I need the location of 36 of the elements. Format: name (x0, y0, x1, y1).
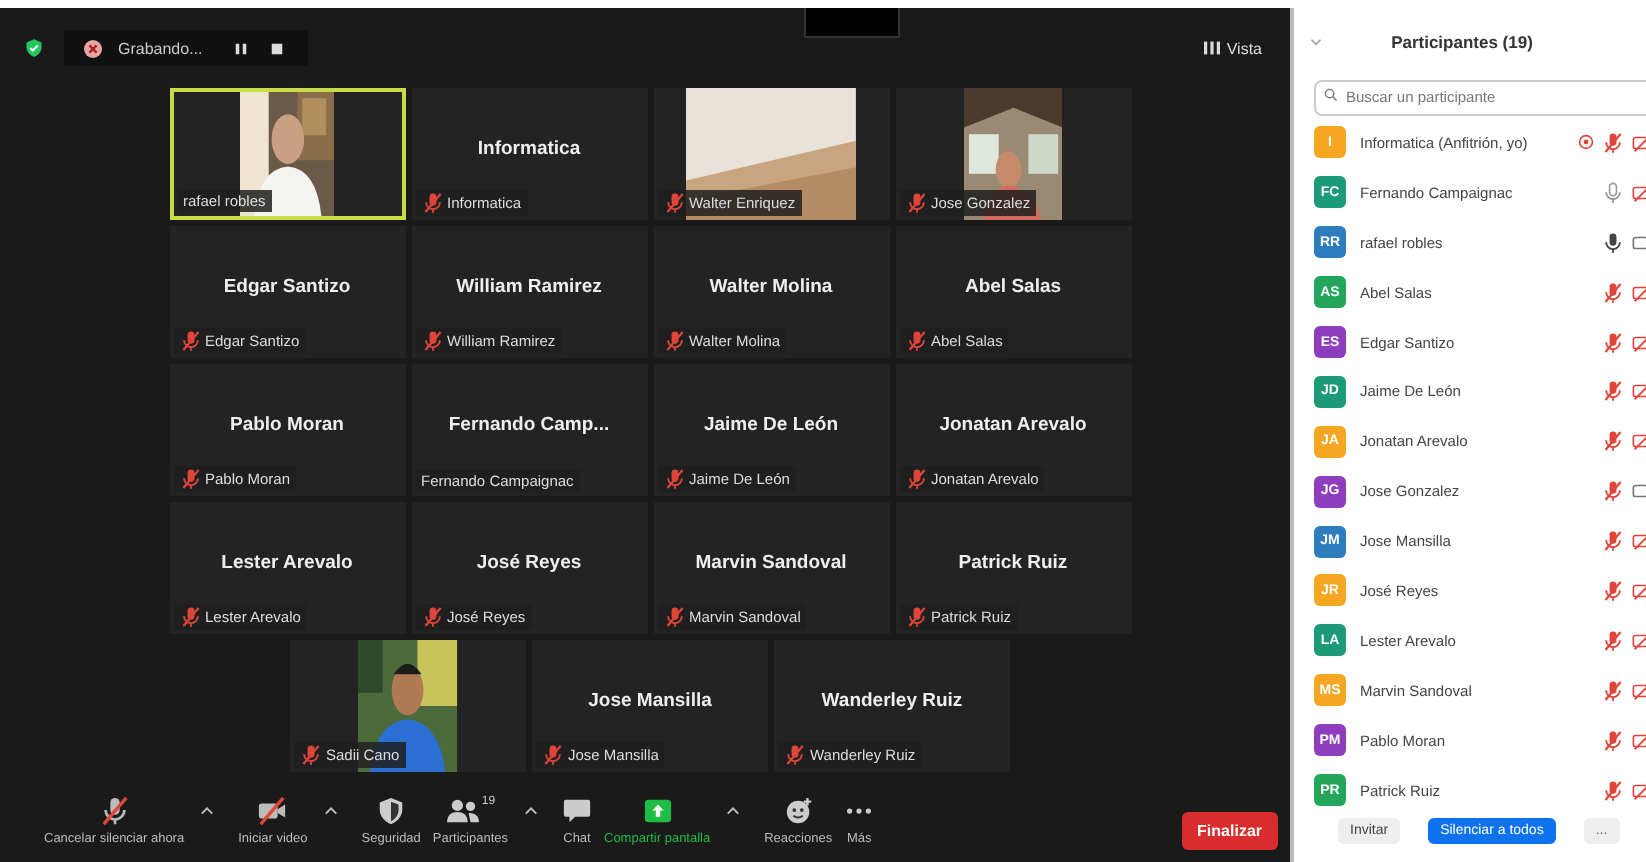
shield-icon (376, 796, 407, 826)
caret-icon[interactable] (200, 804, 215, 818)
end-meeting-button[interactable]: Finalizar (1181, 812, 1278, 850)
participant-name: Fernando Camp... (448, 413, 610, 435)
people-icon (445, 796, 480, 826)
smiley-icon (783, 796, 814, 826)
participant-name: Jonatan Arevalo (939, 413, 1087, 435)
stop-recording-icon[interactable] (84, 39, 102, 57)
participant-name: Patrick Ruiz (958, 551, 1068, 573)
participant-name: Jose Mansilla (588, 689, 712, 711)
stop-icon[interactable] (270, 41, 285, 55)
panel-title: Participantes (19) (1391, 32, 1535, 52)
caret-icon[interactable] (524, 804, 538, 818)
grid-icon (1204, 40, 1221, 56)
participant-name: Informatica (477, 137, 581, 159)
share-screen-icon (641, 796, 674, 826)
caret-icon[interactable] (323, 804, 338, 818)
collapse-icon[interactable] (1310, 36, 1322, 48)
participant-name: Pablo Moran (229, 413, 344, 435)
search-icon (1324, 87, 1338, 101)
participant-name: Marvin Sandoval (695, 551, 847, 573)
caret-icon[interactable] (726, 804, 741, 818)
participant-name: Wanderley Ruiz (821, 689, 963, 711)
participant-name: Walter Molina (709, 275, 833, 297)
participant-name: José Reyes (476, 551, 582, 573)
participant-name: Lester Arevalo (221, 551, 353, 573)
view-button[interactable]: Vista (1192, 37, 1274, 59)
participant-name: William Ramirez (456, 275, 602, 297)
chat-icon (562, 796, 592, 826)
pause-icon[interactable] (234, 41, 249, 55)
shield-icon[interactable] (24, 38, 44, 58)
recording-label: Grabando... (118, 39, 203, 57)
floating-panel (804, 8, 900, 38)
participant-name: Edgar Santizo (223, 275, 351, 297)
participant-name: Abel Salas (964, 275, 1062, 297)
participant-name: Jaime De León (703, 413, 839, 435)
